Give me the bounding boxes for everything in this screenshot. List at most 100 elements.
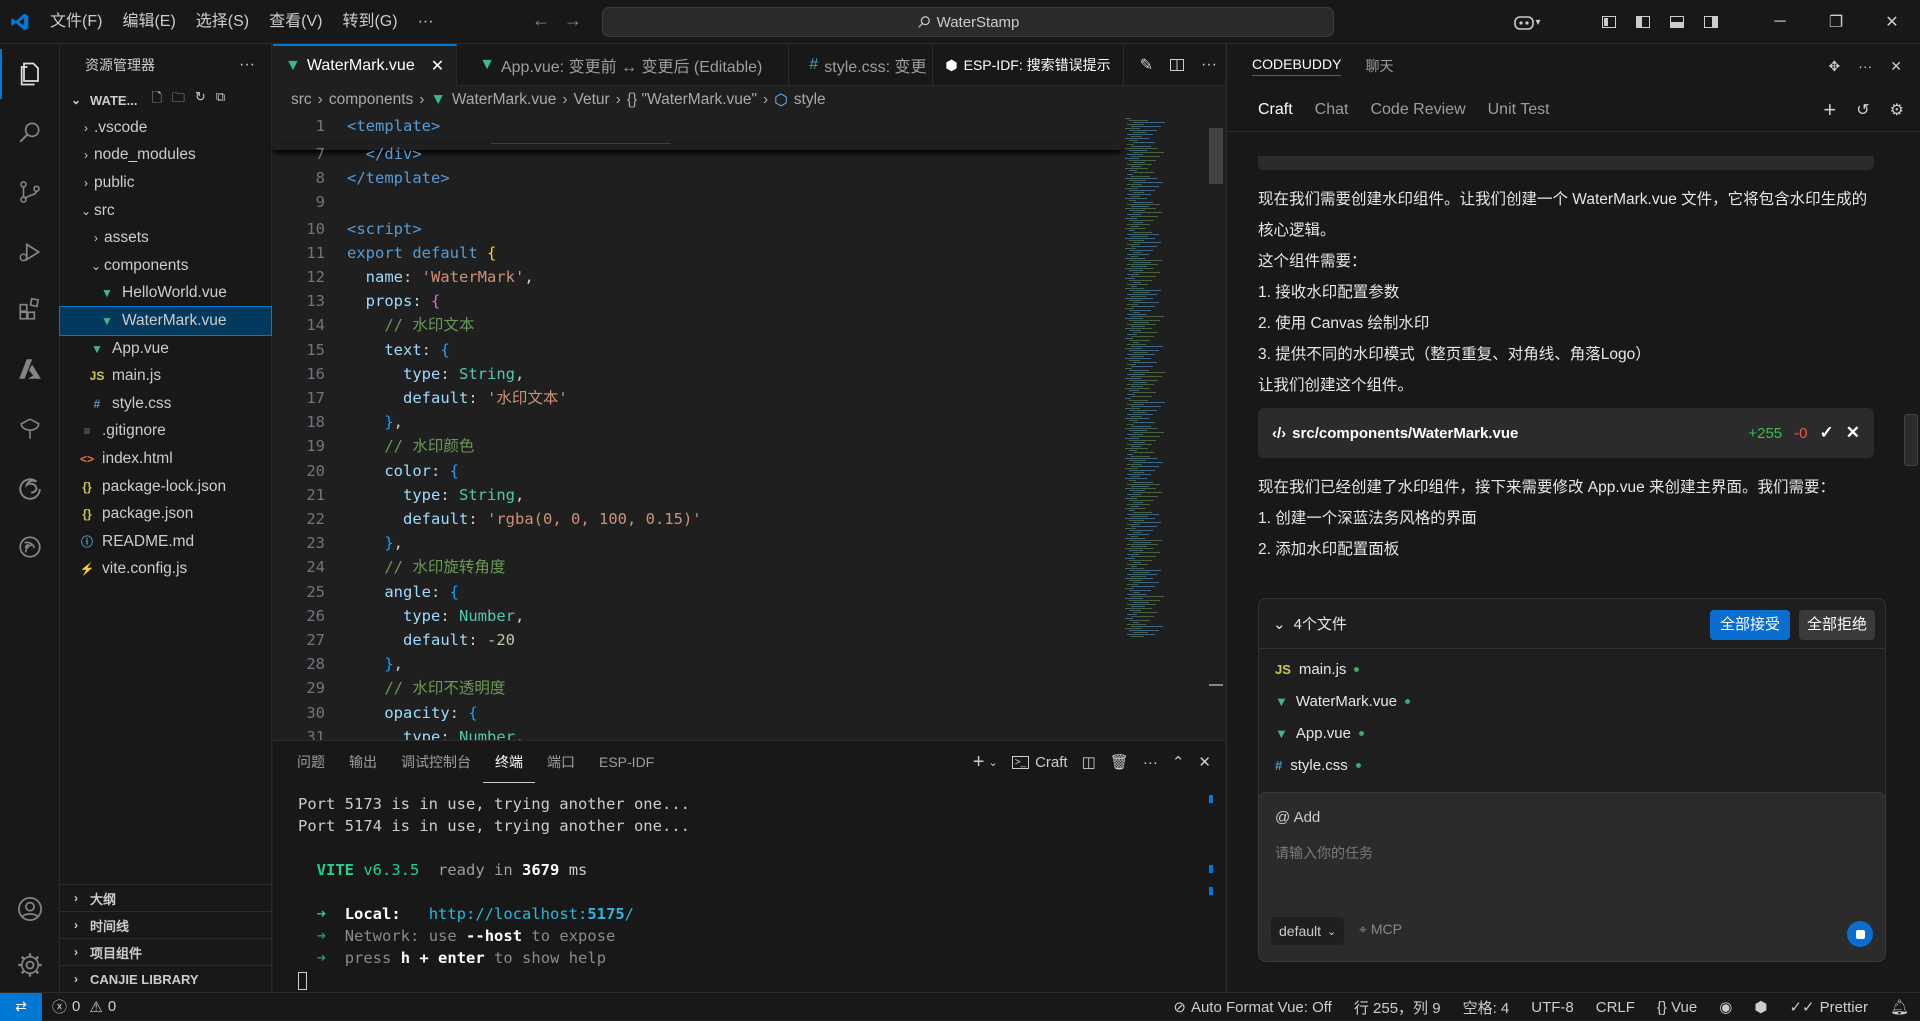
mcp-button[interactable]: ⌖ MCP	[1359, 921, 1402, 938]
tab-chat[interactable]: Chat	[1315, 101, 1349, 119]
auto-format-status[interactable]: ⊘ Auto Format Vue: Off	[1162, 998, 1342, 1017]
tree-icon[interactable]	[0, 404, 60, 454]
breadcrumb-item[interactable]: Vetur	[574, 91, 610, 109]
close-icon[interactable]: ✕	[1890, 58, 1902, 75]
accept-all-button[interactable]: 全部接受	[1709, 610, 1790, 640]
tab-output[interactable]: 输出	[337, 741, 389, 783]
back-arrow-icon[interactable]: ←	[532, 10, 550, 31]
changed-file-item[interactable]: JS main.js	[1259, 653, 1885, 685]
problems-indicator[interactable]: ⓧ 0 ⚠ 0	[42, 996, 127, 1017]
collapse-all-icon[interactable]: ⧉	[216, 89, 225, 111]
tree-folder[interactable]: ⌄ src	[60, 197, 271, 225]
settings-gear-icon[interactable]: ⚙	[1890, 100, 1904, 120]
tab-esp-idf[interactable]: ⬢ ESP-IDF: 搜索错误提示	[933, 44, 1124, 86]
tab-craft[interactable]: Craft	[1258, 101, 1293, 119]
tab-terminal[interactable]: 终端	[483, 741, 535, 783]
accept-check-icon[interactable]: ✓	[1820, 423, 1834, 443]
breadcrumb-item[interactable]: WaterMark.vue	[452, 91, 557, 109]
line-ending[interactable]: CRLF	[1585, 999, 1646, 1016]
terminal-instance[interactable]: >_ Craft	[1011, 754, 1068, 771]
indentation[interactable]: 空格: 4	[1452, 997, 1521, 1018]
minimap[interactable]	[1123, 114, 1203, 654]
run-debug-icon[interactable]	[0, 227, 60, 277]
chevron-down-icon[interactable]: ⌄	[1273, 615, 1286, 633]
timeline-section[interactable]: › 时间线	[60, 911, 272, 938]
refresh-icon[interactable]: ↻	[195, 89, 206, 111]
menu-item[interactable]: 查看(V)	[259, 0, 332, 44]
encoding[interactable]: UTF-8	[1520, 999, 1585, 1016]
notifications-bell-icon[interactable]: 🔔︎	[1879, 998, 1920, 1016]
close-panel-icon[interactable]: ✕	[1198, 753, 1211, 771]
trash-icon[interactable]: 🗑	[1110, 753, 1129, 771]
terminal-output[interactable]: Port 5173 is in use, trying another one.…	[298, 793, 690, 991]
move-icon[interactable]: ✥	[1829, 58, 1841, 75]
tab-watermark-vue[interactable]: ▼ WaterMark.vue ✕	[273, 44, 458, 86]
tab-app-vue-diff[interactable]: ▼ App.vue: 变更前 ↔ 变更后 (Editable)	[457, 44, 790, 86]
menu-item[interactable]: ···	[408, 0, 444, 44]
azure-icon[interactable]	[0, 344, 60, 394]
language-mode[interactable]: {} Vue	[1646, 999, 1708, 1016]
changed-file-item[interactable]: ▼ WaterMark.vue	[1259, 685, 1885, 717]
tree-file[interactable]: {} package-lock.json	[60, 473, 271, 501]
restore-button[interactable]: ❐	[1808, 0, 1864, 44]
tab-style-css-diff[interactable]: # style.css: 变更	[789, 44, 934, 86]
menu-item[interactable]: 编辑(E)	[112, 0, 185, 44]
tab-esp-idf[interactable]: ESP-IDF	[587, 741, 666, 783]
code-editor[interactable]: 1 <template> 7 </div> 8 </template> 9 10 <scrip…	[273, 114, 1123, 746]
add-context-button[interactable]: @ Add	[1275, 809, 1320, 826]
changed-file-item[interactable]: # style.css	[1259, 749, 1885, 781]
copilot-status-icon[interactable]: ◉	[1708, 998, 1743, 1016]
tree-file[interactable]: <> index.html	[60, 445, 271, 473]
new-chat-icon[interactable]: +	[1823, 97, 1836, 123]
new-terminal-icon[interactable]: +	[973, 751, 985, 774]
tree-file[interactable]: JS main.js	[60, 362, 271, 390]
breadcrumb-item[interactable]: style	[794, 91, 826, 109]
edge-icon[interactable]	[0, 464, 60, 514]
account-icon[interactable]	[0, 884, 60, 934]
breadcrumb-item[interactable]: {} "WaterMark.vue"	[627, 91, 757, 109]
tree-file[interactable]: ▼ App.vue	[60, 335, 271, 363]
search-view-icon[interactable]	[0, 107, 60, 157]
forward-arrow-icon[interactable]: →	[564, 10, 582, 31]
project-components-section[interactable]: › 项目组件	[60, 938, 272, 965]
tree-folder[interactable]: › node_modules	[60, 142, 271, 170]
generated-file-card[interactable]: ‹/› src/components/WaterMark.vue +255 -0…	[1258, 408, 1874, 458]
menu-item[interactable]: 转到(G)	[332, 0, 407, 44]
tree-file[interactable]: ▼ HelloWorld.vue	[60, 280, 271, 308]
stop-button[interactable]	[1847, 921, 1873, 947]
split-terminal-icon[interactable]: ◫	[1082, 753, 1096, 771]
tree-file[interactable]: ⚡ vite.config.js	[60, 556, 271, 584]
close-tab-icon[interactable]: ✕	[431, 56, 444, 76]
new-folder-icon[interactable]: 🗀	[172, 89, 185, 111]
customize-layout-icon[interactable]	[1592, 0, 1626, 44]
copilot-icon[interactable]: ▾	[1502, 0, 1552, 44]
tree-folder[interactable]: ⌄ components	[60, 252, 271, 280]
cursor-position[interactable]: 行 255，列 9	[1343, 997, 1452, 1018]
more-actions-icon[interactable]: ···	[1858, 58, 1872, 74]
tree-file[interactable]: ⓘ README.md	[60, 528, 271, 556]
more-actions-icon[interactable]: ···	[1143, 754, 1158, 771]
tree-file[interactable]: ≡ .gitignore	[60, 418, 271, 446]
close-window-button[interactable]: ✕	[1864, 0, 1920, 44]
tree-file[interactable]: # style.css	[60, 390, 271, 418]
new-file-icon[interactable]: 🗋	[151, 89, 161, 111]
toggle-panel-icon[interactable]	[1660, 0, 1694, 44]
menu-item[interactable]: 文件(F)	[40, 0, 112, 44]
extensions-icon[interactable]	[0, 284, 60, 334]
cangjie-library-section[interactable]: › CANJIE LIBRARY	[60, 965, 272, 992]
prettier-status[interactable]: ✓✓ Prettier	[1778, 998, 1879, 1017]
split-editor-icon[interactable]	[1169, 57, 1185, 73]
workspace-folder-header[interactable]: ⌄ WATE... 🗋 🗀 ↻ ⧉	[60, 86, 271, 114]
tree-file[interactable]: ▼ WaterMark.vue	[59, 306, 272, 336]
tab-codebuddy[interactable]: CODEBUDDY	[1252, 56, 1342, 76]
editor-scrollbar[interactable]	[1209, 128, 1223, 184]
local-url[interactable]: http://localhost:5175/	[429, 905, 634, 923]
more-actions-icon[interactable]: ···	[1201, 56, 1217, 74]
task-input-box[interactable]: @ Add 请输入你的任务 default ⌄ ⌖ MCP	[1258, 792, 1886, 962]
remote-indicator[interactable]: ⇄	[0, 992, 42, 1021]
reject-x-icon[interactable]: ✕	[1846, 423, 1860, 443]
esp-idf-status-icon[interactable]: ⬢	[1743, 998, 1778, 1016]
command-center-search[interactable]: WaterStamp	[602, 7, 1334, 37]
tab-chat-cn[interactable]: 聊天	[1365, 56, 1393, 76]
tree-folder[interactable]: › .vscode	[60, 114, 271, 142]
